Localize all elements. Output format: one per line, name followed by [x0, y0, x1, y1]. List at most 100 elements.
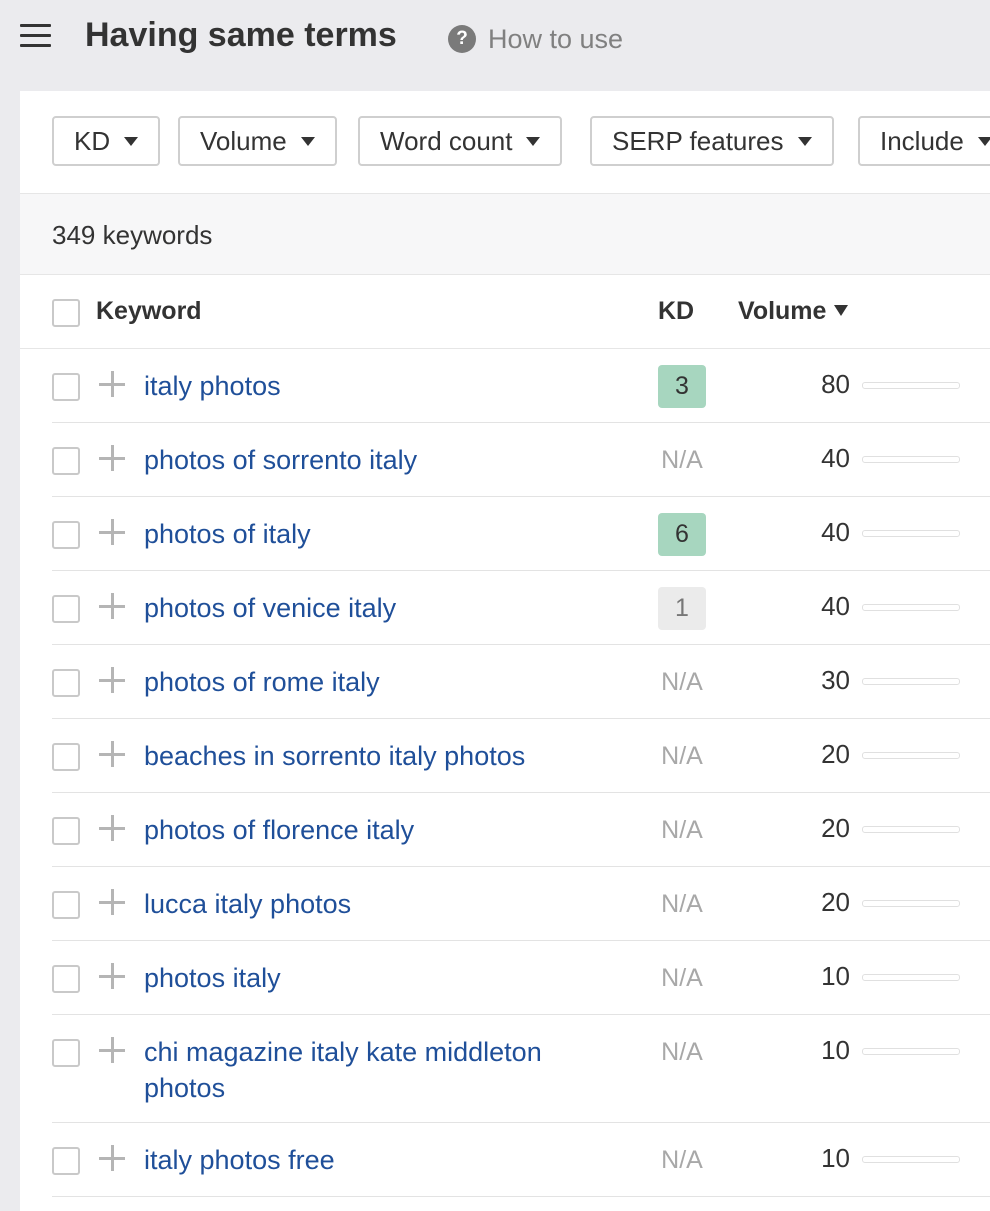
row-checkbox[interactable]	[52, 669, 80, 697]
add-keyword-plus-icon[interactable]	[99, 667, 125, 693]
add-keyword-plus-icon[interactable]	[99, 1145, 125, 1171]
add-keyword-plus-icon[interactable]	[99, 519, 125, 545]
how-to-use-label: How to use	[488, 23, 624, 54]
volume-value: 20	[821, 887, 850, 917]
filter-bar: KD Volume Word count SERP features Inclu…	[20, 91, 990, 194]
caret-down-icon	[977, 136, 990, 146]
volume-filter-button[interactable]: Volume	[178, 116, 337, 166]
table-row: photos of florence italy N/A 20	[52, 793, 990, 867]
hamburger-menu-icon[interactable]	[20, 24, 51, 47]
keyword-count: 349 keywords	[52, 220, 213, 250]
keyword-link[interactable]: photos of italy	[144, 516, 574, 552]
table-row: photos italy N/A 10	[52, 941, 990, 1015]
how-to-use-link[interactable]: ? How to use	[448, 24, 623, 54]
serp-features-filter-button[interactable]: SERP features	[590, 116, 834, 166]
trend-sparkline	[862, 456, 960, 463]
row-checkbox[interactable]	[52, 1147, 80, 1175]
add-keyword-plus-icon[interactable]	[99, 815, 125, 841]
kd-badge: N/A	[661, 668, 703, 696]
trend-sparkline	[862, 826, 960, 833]
keyword-link[interactable]: italy photos free	[144, 1142, 574, 1178]
add-keyword-plus-icon[interactable]	[99, 593, 125, 619]
add-keyword-plus-icon[interactable]	[99, 1037, 125, 1063]
table-header: Keyword KD Volume	[20, 275, 990, 349]
add-keyword-plus-icon[interactable]	[99, 371, 125, 397]
caret-down-icon	[300, 136, 315, 146]
row-checkbox[interactable]	[52, 891, 80, 919]
volume-value: 10	[821, 961, 850, 991]
kd-badge: N/A	[661, 1038, 703, 1066]
trend-sparkline	[862, 1156, 960, 1163]
kd-badge: 3	[658, 365, 706, 408]
table-row: photos of sorrento italy N/A 40	[52, 423, 990, 497]
trend-sparkline	[862, 752, 960, 759]
table-row: photos of venice italy 1 40	[52, 571, 990, 645]
kd-column-header[interactable]: KD	[658, 297, 694, 326]
row-checkbox[interactable]	[52, 373, 80, 401]
table-row: italy photos 3 80	[52, 349, 990, 423]
word-count-filter-button[interactable]: Word count	[358, 116, 563, 166]
row-checkbox[interactable]	[52, 1039, 80, 1067]
add-keyword-plus-icon[interactable]	[99, 889, 125, 915]
select-all-checkbox[interactable]	[52, 299, 80, 327]
table-row: chi magazine italy kate middleton photos…	[52, 1015, 990, 1123]
keyword-link[interactable]: chi magazine italy kate middleton photos	[144, 1034, 574, 1106]
keyword-link[interactable]: photos of florence italy	[144, 812, 574, 848]
keyword-link[interactable]: beaches in sorrento italy photos	[144, 738, 574, 774]
trend-sparkline	[862, 1048, 960, 1055]
row-checkbox[interactable]	[52, 447, 80, 475]
trend-sparkline	[862, 382, 960, 389]
caret-down-icon	[797, 136, 812, 146]
keyword-link[interactable]: photos of rome italy	[144, 664, 574, 700]
row-checkbox[interactable]	[52, 521, 80, 549]
top-bar: Having same terms ? How to use	[0, 0, 990, 90]
results-summary: 349 keywords	[20, 194, 990, 275]
keyword-link[interactable]: photos of sorrento italy	[144, 442, 574, 478]
kd-badge: N/A	[661, 1146, 703, 1174]
table-row: italy photos free N/A 10	[52, 1123, 990, 1197]
row-checkbox[interactable]	[52, 965, 80, 993]
kd-badge: 6	[658, 513, 706, 556]
volume-column-header[interactable]: Volume	[738, 297, 849, 326]
volume-header-label: Volume	[738, 297, 827, 325]
volume-value: 80	[821, 369, 850, 399]
volume-value: 10	[821, 1035, 850, 1065]
add-keyword-plus-icon[interactable]	[99, 963, 125, 989]
kd-badge: N/A	[661, 964, 703, 992]
page-title: Having same terms	[85, 16, 397, 54]
keyword-link[interactable]: italy photos	[144, 368, 574, 404]
kd-badge: N/A	[661, 446, 703, 474]
caret-down-icon	[526, 136, 541, 146]
table-row: photos of rome italy N/A 30	[52, 645, 990, 719]
add-keyword-plus-icon[interactable]	[99, 741, 125, 767]
row-checkbox[interactable]	[52, 817, 80, 845]
sort-desc-icon	[834, 304, 849, 316]
filter-label: Word count	[380, 125, 513, 156]
table-row: beaches in sorrento italy photos N/A 20	[52, 719, 990, 793]
trend-sparkline	[862, 604, 960, 611]
volume-value: 20	[821, 739, 850, 769]
volume-value: 10	[821, 1143, 850, 1173]
volume-value: 20	[821, 813, 850, 843]
add-keyword-plus-icon[interactable]	[99, 445, 125, 471]
kd-badge: N/A	[661, 742, 703, 770]
trend-sparkline	[862, 900, 960, 907]
trend-sparkline	[862, 678, 960, 685]
row-checkbox[interactable]	[52, 595, 80, 623]
keyword-link[interactable]: photos italy	[144, 960, 574, 996]
filter-label: Include	[880, 125, 964, 156]
kd-filter-button[interactable]: KD	[52, 116, 161, 166]
keyword-link[interactable]: photos of venice italy	[144, 590, 574, 626]
row-checkbox[interactable]	[52, 743, 80, 771]
question-circle-icon: ?	[448, 25, 476, 53]
table-row: photos of italy 6 40	[52, 497, 990, 571]
table-row: lucca italy photos N/A 20	[52, 867, 990, 941]
keyword-link[interactable]: lucca italy photos	[144, 886, 574, 922]
include-filter-button[interactable]: Include	[858, 116, 990, 166]
filter-label: Volume	[200, 125, 287, 156]
trend-sparkline	[862, 530, 960, 537]
keyword-column-header[interactable]: Keyword	[96, 297, 202, 326]
kd-badge: N/A	[661, 816, 703, 844]
volume-value: 40	[821, 591, 850, 621]
filter-label: KD	[74, 125, 111, 156]
